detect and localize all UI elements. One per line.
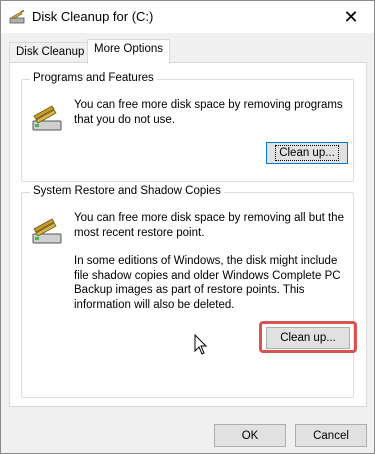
window-title: Disk Cleanup for (C:) (32, 9, 154, 24)
restore-clean-up-button[interactable]: Clean up... (266, 327, 350, 349)
disk-cleanup-window: Disk Cleanup for (C:) ✕ Disk Cleanup Mor… (0, 0, 375, 454)
programs-features-legend: Programs and Features (30, 72, 157, 84)
programs-features-description: You can free more disk space by removing… (74, 99, 343, 126)
tab-more-options[interactable]: More Options (87, 39, 171, 64)
title-bar[interactable]: Disk Cleanup for (C:) ✕ (1, 1, 374, 33)
close-button[interactable]: ✕ (328, 1, 374, 33)
close-icon: ✕ (343, 6, 359, 27)
tab-strip: Disk Cleanup More Options (9, 39, 367, 64)
programs-clean-up-button[interactable]: Clean up... (266, 142, 348, 164)
programs-features-group: Programs and Features You can free more … (21, 72, 354, 182)
system-restore-icon (32, 218, 62, 244)
ok-button[interactable]: OK (214, 424, 286, 447)
tab-disk-cleanup[interactable]: Disk Cleanup (9, 42, 92, 63)
system-restore-description-2: In some editions of Windows, the disk mi… (74, 255, 341, 311)
programs-clean-up-label: Clean up... (275, 145, 339, 161)
disk-cleanup-icon (9, 9, 25, 24)
system-restore-group: System Restore and Shadow Copies You can… (21, 185, 357, 398)
system-restore-description-1: You can free more disk space by removing… (74, 212, 344, 239)
more-options-panel: Programs and Features You can free more … (9, 62, 367, 407)
cancel-button[interactable]: Cancel (295, 424, 367, 447)
mouse-cursor-icon (194, 334, 208, 355)
restore-clean-up-label: Clean up... (280, 332, 336, 344)
programs-features-icon (32, 105, 62, 131)
system-restore-legend: System Restore and Shadow Copies (30, 185, 224, 197)
